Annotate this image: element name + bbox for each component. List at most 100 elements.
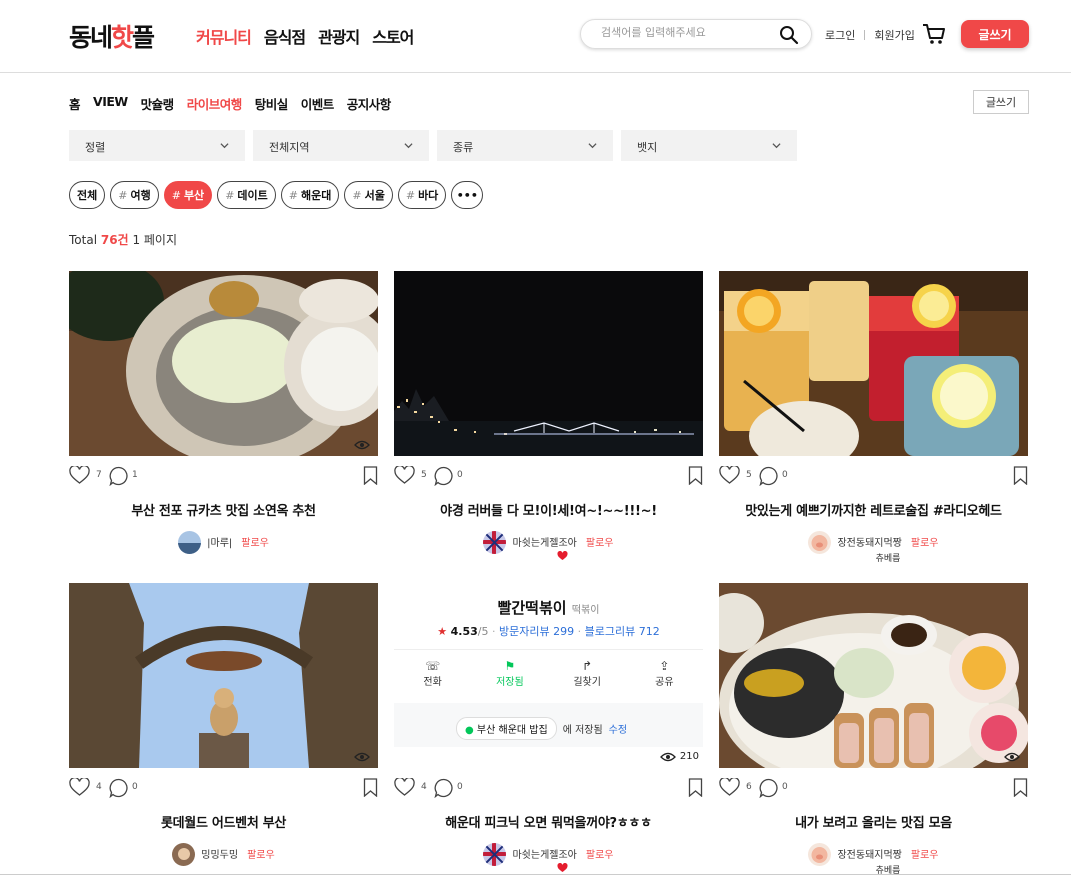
login-link[interactable]: 로그인 xyxy=(825,27,855,43)
follow-button[interactable]: 팔로우 xyxy=(911,534,939,549)
author-name[interactable]: 밍밍두밍 xyxy=(201,846,238,861)
sort-select[interactable]: 정렬 xyxy=(69,130,245,161)
post-card[interactable]: 7 1 부산 전포 규카츠 맛집 소연옥 추천 |마루| 팔로우 xyxy=(69,271,378,554)
post-thumbnail[interactable] xyxy=(719,271,1028,456)
follow-button[interactable]: 팔로우 xyxy=(586,534,614,549)
heart-icon[interactable] xyxy=(69,466,90,485)
tag-date[interactable]: # 데이트 xyxy=(217,181,276,209)
author-name[interactable]: 장전동돼지먹짱 xyxy=(837,846,901,861)
post-thumbnail[interactable] xyxy=(719,583,1028,768)
follow-button[interactable]: 팔로우 xyxy=(586,846,614,861)
comment-icon[interactable] xyxy=(109,466,129,486)
tag-all[interactable]: 전체 xyxy=(69,181,106,209)
author: 마쉿는게젤조아 팔로우 xyxy=(394,531,703,561)
tag-haeundae[interactable]: # 해운대 xyxy=(280,181,340,209)
tag-seoul[interactable]: # 서울 xyxy=(344,181,393,209)
post-title[interactable]: 야경 러버들 다 모!이!세!여~!~~!!!~! xyxy=(394,500,703,519)
heart-icon[interactable] xyxy=(719,778,740,797)
comment-icon[interactable] xyxy=(434,466,454,486)
region-select[interactable]: 전체지역 xyxy=(253,130,429,161)
post-title[interactable]: 내가 보려고 올리는 맛집 모음 xyxy=(719,812,1028,831)
like-count: 5 xyxy=(746,470,752,480)
nav-store[interactable]: 스토어 xyxy=(372,24,414,48)
author-name[interactable]: 장전동돼지먹짱 xyxy=(837,534,901,549)
post-thumbnail[interactable] xyxy=(394,271,703,456)
author-name[interactable]: |마루| xyxy=(207,534,232,549)
post-card[interactable]: 4 0 롯데월드 어드벤처 부산 밍밍두밍 팔로우 xyxy=(69,583,378,866)
post-title[interactable]: 롯데월드 어드벤처 부산 xyxy=(69,812,378,831)
follow-button[interactable]: 팔로우 xyxy=(241,534,269,549)
comment-icon[interactable] xyxy=(434,778,454,798)
search-icon[interactable] xyxy=(779,25,799,45)
post-thumbnail[interactable] xyxy=(69,271,378,456)
heart-icon[interactable] xyxy=(719,466,740,485)
subnav-view[interactable]: VIEW xyxy=(93,94,128,113)
bookmark-icon[interactable] xyxy=(688,466,703,485)
subnav-live-travel[interactable]: 라이브여행 xyxy=(187,94,243,113)
more-tags-button[interactable]: ••• xyxy=(451,181,484,209)
avatar[interactable] xyxy=(178,531,202,554)
author-name[interactable]: 마쉿는게젤조아 xyxy=(512,846,576,861)
write-post-button[interactable]: 글쓰기 xyxy=(973,90,1029,114)
tag-travel[interactable]: # 여행 xyxy=(110,181,159,209)
tag-sea[interactable]: # 바다 xyxy=(397,181,447,209)
comment-icon[interactable] xyxy=(109,778,129,798)
eye-icon xyxy=(659,752,676,761)
search-input[interactable] xyxy=(601,26,771,39)
main-nav: 커뮤니티 음식점 관광지 스토어 xyxy=(196,24,414,48)
eye-icon xyxy=(354,752,370,762)
avatar[interactable] xyxy=(483,531,507,554)
comment-count: 1 xyxy=(132,470,138,480)
avatar[interactable] xyxy=(808,843,832,866)
nav-community[interactable]: 커뮤니티 xyxy=(196,24,252,48)
post-card[interactable]: 5 0 맛있는게 예쁘기까지한 레트로술집 #라디오헤드 장전동돼지먹짱 팔로우 … xyxy=(719,271,1028,564)
avatar[interactable] xyxy=(483,843,507,866)
heart-icon[interactable] xyxy=(394,778,415,797)
badge-select[interactable]: 뱃지 xyxy=(621,130,797,161)
avatar[interactable] xyxy=(172,843,196,866)
subnav-michelin[interactable]: 맛슐랭 xyxy=(141,94,175,113)
type-select[interactable]: 종류 xyxy=(437,130,613,161)
subnav-event[interactable]: 이벤트 xyxy=(301,94,335,113)
author-name[interactable]: 마쉿는게젤조아 xyxy=(512,534,576,549)
nav-tourism[interactable]: 관광지 xyxy=(318,24,360,48)
post-title[interactable]: 맛있는게 예쁘기까지한 레트로술집 #라디오헤드 xyxy=(719,500,1028,519)
post-title[interactable]: 부산 전포 규카츠 맛집 소연옥 추천 xyxy=(69,500,378,519)
divider xyxy=(0,874,1071,875)
cart-icon[interactable] xyxy=(922,23,946,45)
subnav-home[interactable]: 홈 xyxy=(69,94,81,113)
post-card[interactable]: 5 0 야경 러버들 다 모!이!세!여~!~~!!!~! 마쉿는게젤조아 팔로우 xyxy=(394,271,703,561)
comment-icon[interactable] xyxy=(759,466,779,486)
post-title[interactable]: 해운대 피크닉 오면 뭐먹을꺼야?ㅎㅎㅎ xyxy=(394,812,703,831)
like-count: 5 xyxy=(421,470,427,480)
signup-link[interactable]: 회원가입 xyxy=(874,27,914,43)
bookmark-icon[interactable] xyxy=(363,778,378,797)
follow-button[interactable]: 팔로우 xyxy=(247,846,275,861)
follow-button[interactable]: 팔로우 xyxy=(911,846,939,861)
bookmark-icon[interactable] xyxy=(1013,778,1028,797)
bookmark-icon[interactable] xyxy=(1013,466,1028,485)
comment-icon[interactable] xyxy=(759,778,779,798)
subnav-notice[interactable]: 공지사항 xyxy=(347,94,392,113)
subnav-lounge[interactable]: 탕비실 xyxy=(255,94,289,113)
write-button[interactable]: 글쓰기 xyxy=(961,20,1029,48)
avatar[interactable] xyxy=(808,531,832,554)
bookmark-icon[interactable] xyxy=(688,778,703,797)
total-count: Total 76건 1 페이지 xyxy=(69,233,178,247)
divider xyxy=(864,30,866,40)
post-meta: 4 0 xyxy=(394,768,703,804)
post-card[interactable]: 빨간떡볶이 떡볶이 ★ 4.53/5 · 방문자리뷰 299 · 블로그리뷰 7… xyxy=(394,583,703,873)
tag-busan[interactable]: # 부산 xyxy=(163,181,213,209)
heart-icon[interactable] xyxy=(69,778,90,797)
heart-badge-icon xyxy=(557,551,568,560)
heart-icon[interactable] xyxy=(394,466,415,485)
nav-restaurant[interactable]: 음식점 xyxy=(264,24,306,48)
bookmark-icon[interactable] xyxy=(363,466,378,485)
view-count xyxy=(354,752,374,762)
post-meta: 5 0 xyxy=(394,456,703,492)
logo[interactable]: 동네핫플 xyxy=(69,18,155,54)
post-thumbnail[interactable]: 빨간떡볶이 떡볶이 ★ 4.53/5 · 방문자리뷰 299 · 블로그리뷰 7… xyxy=(394,583,703,768)
post-thumbnail[interactable] xyxy=(69,583,378,768)
post-card[interactable]: 6 0 내가 보려고 올리는 맛집 모음 장전동돼지먹짱 팔로우 츄베름 xyxy=(719,583,1028,876)
post-meta: 6 0 xyxy=(719,768,1028,804)
